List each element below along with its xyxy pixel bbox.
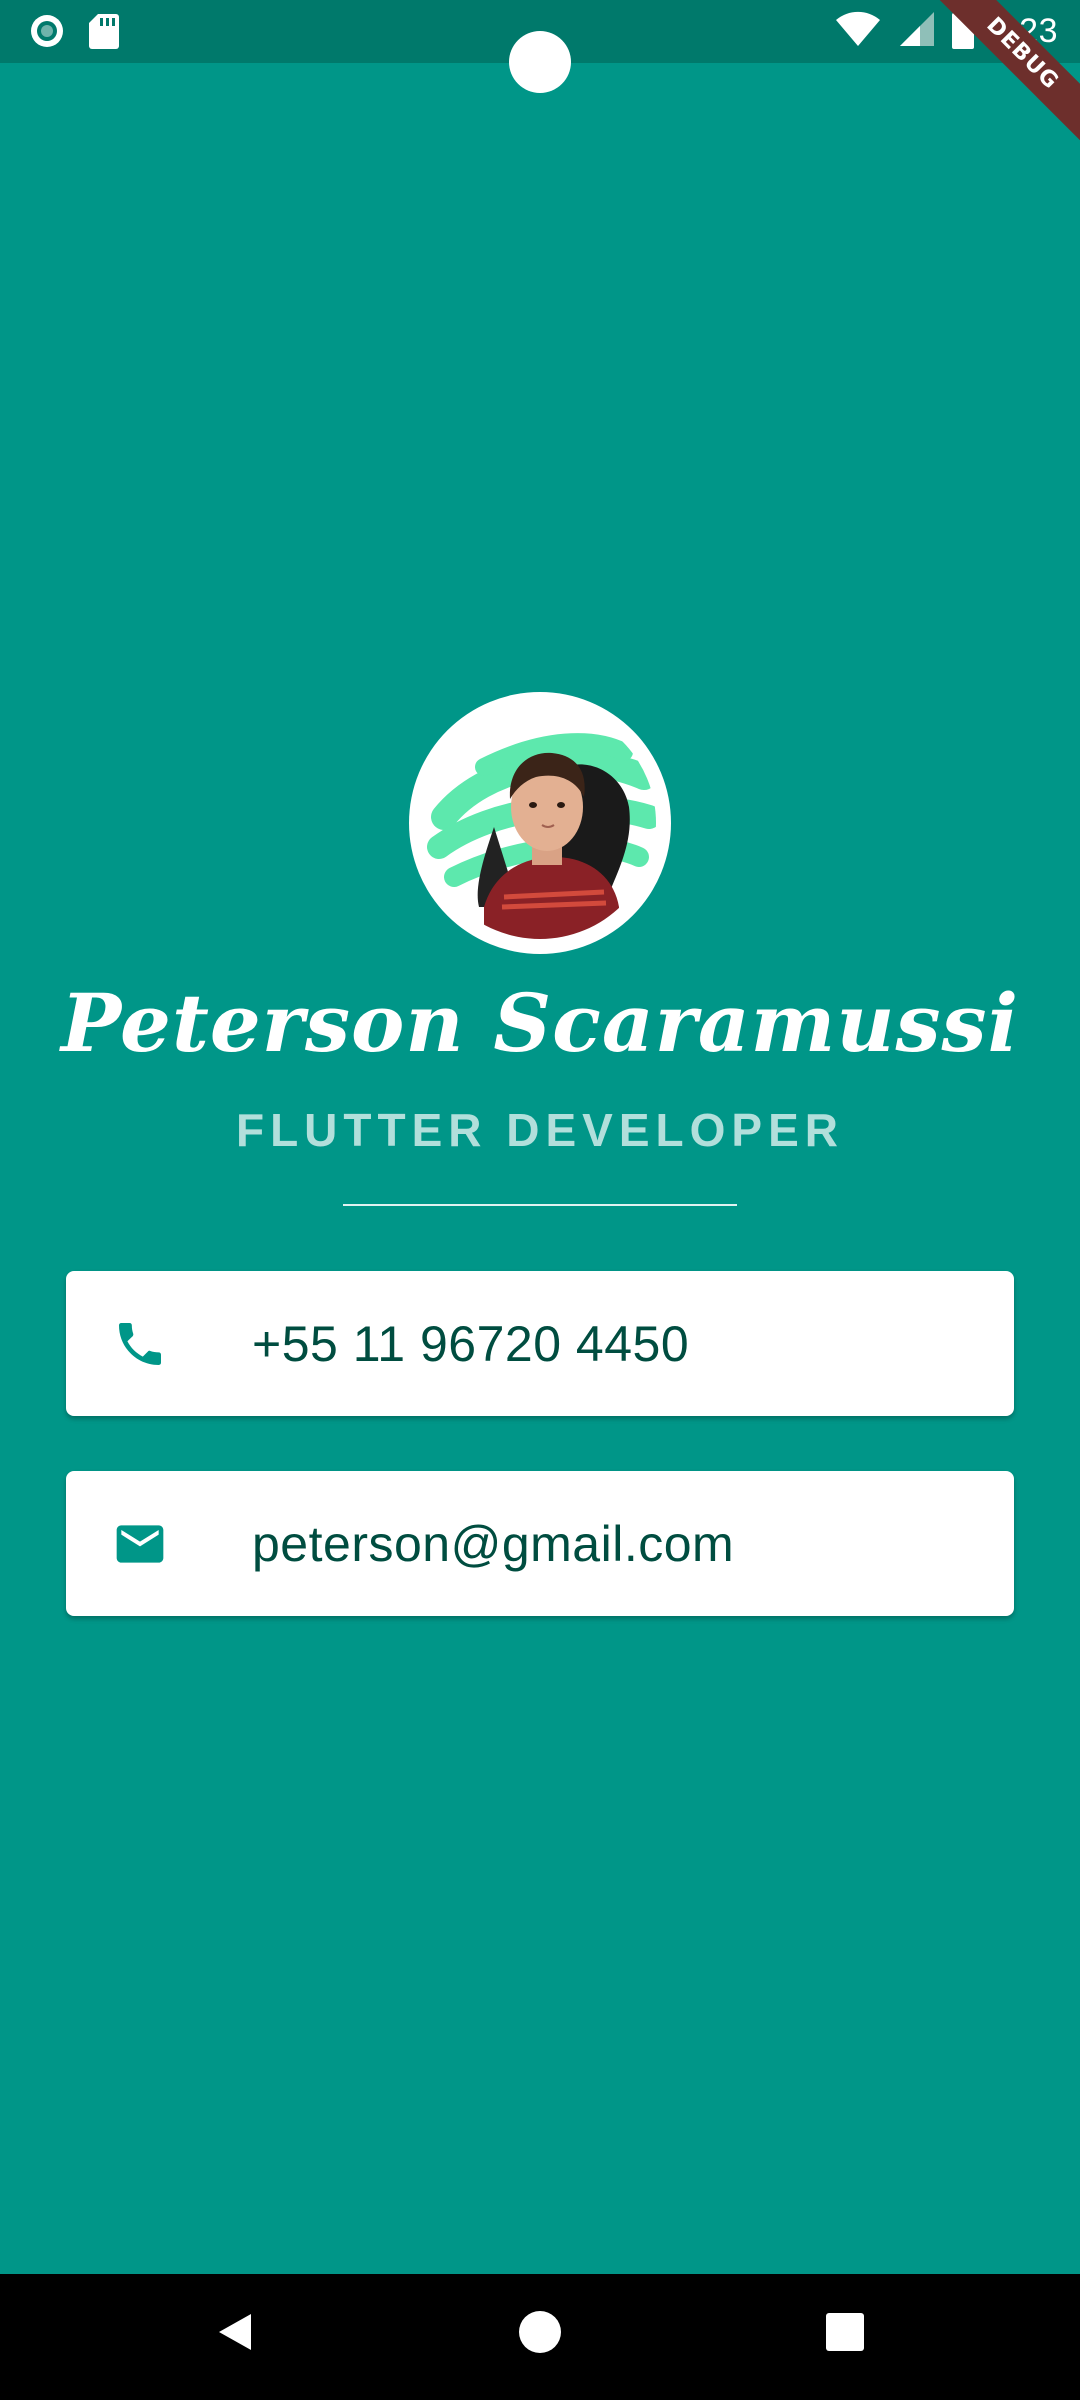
- avatar: [409, 692, 671, 954]
- signal-icon: [896, 10, 936, 53]
- navigation-bar: [0, 2274, 1080, 2400]
- back-button[interactable]: [205, 2304, 265, 2364]
- sd-card-icon: [88, 12, 120, 55]
- phone-icon: [110, 1314, 170, 1374]
- email-card[interactable]: peterson@gmail.com: [66, 1471, 1014, 1616]
- recents-button[interactable]: [815, 2304, 875, 2364]
- divider: [343, 1204, 737, 1206]
- avatar-photo: [424, 707, 656, 939]
- home-icon: [518, 2310, 562, 2359]
- app-screen: 7:23 DEBUG: [0, 0, 1080, 2400]
- back-icon: [213, 2310, 257, 2359]
- wifi-icon: [834, 10, 882, 53]
- phone-card[interactable]: +55 11 96720 4450: [66, 1271, 1014, 1416]
- recents-icon: [824, 2311, 866, 2358]
- home-button[interactable]: [510, 2304, 570, 2364]
- email-address: peterson@gmail.com: [252, 1515, 735, 1572]
- profile-title: FLUTTER DEVELOPER: [235, 1104, 845, 1156]
- mail-icon: [110, 1514, 170, 1574]
- camera-cutout: [509, 31, 571, 93]
- status-left-icons: [28, 12, 120, 55]
- phone-number: +55 11 96720 4450: [252, 1315, 690, 1372]
- profile-name: Peterson Scaramussi: [61, 976, 1019, 1070]
- record-icon: [28, 12, 66, 55]
